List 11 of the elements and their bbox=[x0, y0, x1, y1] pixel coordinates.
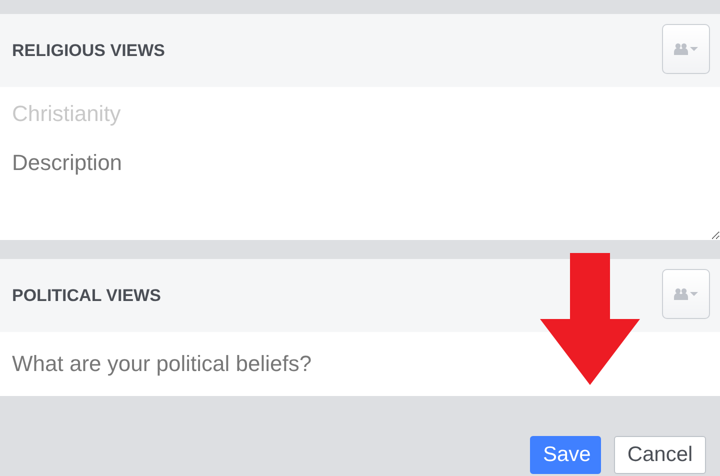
privacy-button[interactable] bbox=[662, 268, 710, 318]
section-title: POLITICAL VIEWS bbox=[12, 286, 161, 306]
save-button[interactable]: Save bbox=[530, 436, 601, 474]
privacy-button[interactable] bbox=[662, 24, 710, 74]
description-field[interactable]: Description bbox=[0, 132, 720, 240]
cancel-button[interactable]: Cancel bbox=[614, 436, 706, 474]
people-icon bbox=[674, 288, 698, 300]
arrow-icon bbox=[540, 253, 640, 385]
people-icon bbox=[674, 42, 698, 54]
input-field[interactable]: What are your political beliefs? bbox=[0, 332, 720, 396]
section-title: RELIGIOUS VIEWS bbox=[12, 40, 166, 60]
